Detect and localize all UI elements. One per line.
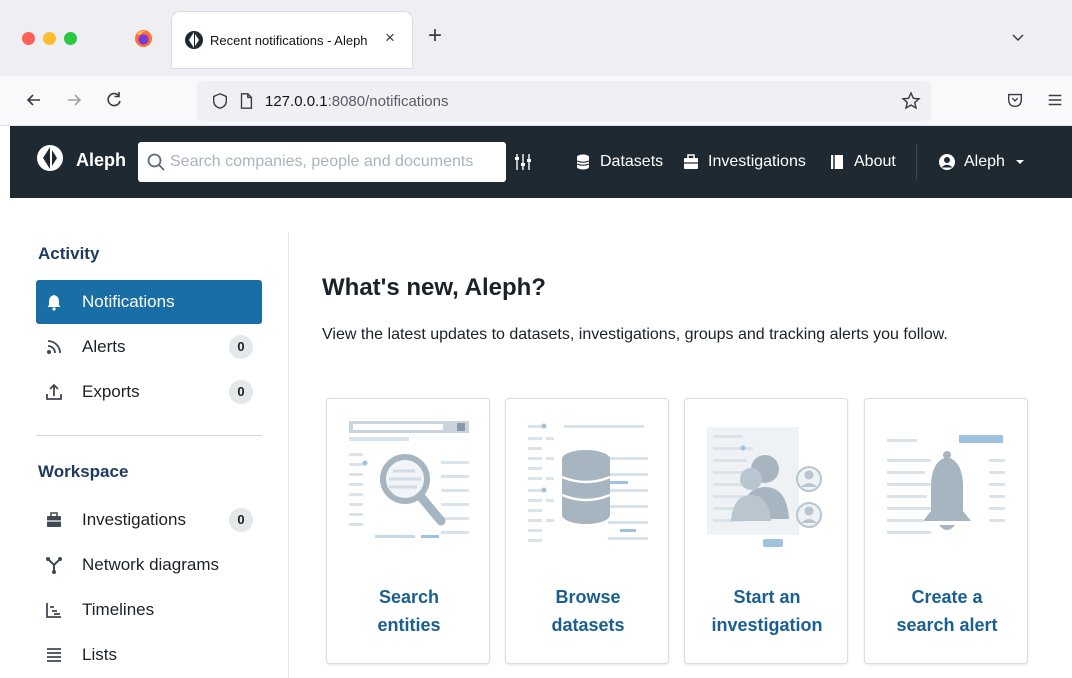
timeline-icon [46, 603, 61, 618]
user-name: Aleph [964, 153, 1005, 170]
bell-icon [47, 295, 61, 311]
advanced-search-icon[interactable] [513, 152, 533, 172]
list-icon [47, 648, 61, 662]
sidebar-item-label: Network diagrams [82, 555, 219, 574]
start-investigation-card[interactable]: Start an investigation [684, 398, 848, 664]
aleph-favicon-icon [185, 31, 203, 49]
sidebar-item-notifications[interactable]: Notifications [36, 280, 262, 324]
sidebar-item-label: Exports [82, 382, 140, 401]
export-icon [46, 383, 62, 400]
feed-icon [47, 340, 61, 354]
aleph-logo-icon[interactable] [36, 144, 64, 172]
count-badge: 0 [229, 508, 253, 532]
card-label: Create a search alert [896, 587, 998, 635]
tab-title: Recent notifications - Aleph [210, 33, 368, 48]
user-icon [939, 154, 955, 170]
sidebar-divider [36, 435, 262, 436]
card-label: Start an investigation [711, 587, 823, 635]
sidebar-item-exports[interactable]: Exports 0 [36, 370, 262, 414]
nav-datasets-label: Datasets [600, 153, 664, 170]
reload-icon[interactable] [104, 90, 124, 110]
search-icon [147, 153, 165, 171]
nav-about[interactable]: About [828, 148, 896, 176]
search-box [138, 142, 506, 182]
count-badge: 0 [229, 335, 253, 359]
search-entities-illustration [349, 421, 469, 538]
sidebar-item-alerts[interactable]: Alerts 0 [36, 325, 262, 369]
count-badge: 0 [229, 380, 253, 404]
content-separator [288, 232, 289, 678]
page-icon[interactable] [237, 92, 255, 110]
briefcase-icon [684, 154, 698, 169]
graph-icon [46, 557, 62, 574]
browser-tab-bar: Recent notifications - Aleph × + [0, 0, 1072, 76]
sidebar-item-label: Notifications [82, 292, 175, 311]
url-bar[interactable]: 127.0.0.1:8080/notifications [197, 81, 931, 121]
back-icon[interactable] [24, 90, 44, 110]
database-icon [576, 154, 590, 170]
caret-down-icon [1015, 160, 1024, 164]
url-text[interactable]: 127.0.0.1:8080/notifications [265, 93, 448, 110]
app-header: Aleph Datasets Investigations [10, 126, 1072, 198]
sidebar-item-label: Lists [82, 645, 117, 664]
browse-datasets-card[interactable]: Browse datasets [505, 398, 669, 664]
page-description: View the latest updates to datasets, inv… [322, 326, 948, 343]
workspace-section-title: Workspace [38, 462, 129, 481]
new-tab-button[interactable]: + [428, 24, 442, 48]
close-window-button[interactable] [22, 32, 35, 45]
shield-icon[interactable] [211, 92, 229, 110]
create-search-alert-illustration [887, 435, 1005, 534]
book-icon [831, 155, 843, 169]
browse-datasets-illustration [528, 423, 648, 542]
brand-name[interactable]: Aleph [76, 150, 126, 171]
browser-nav-bar: 127.0.0.1:8080/notifications [0, 76, 1072, 126]
zoom-window-button[interactable] [64, 32, 77, 45]
firefox-icon[interactable] [134, 29, 153, 48]
pocket-icon[interactable] [1006, 91, 1024, 109]
sidebar-item-network-diagrams[interactable]: Network diagrams [36, 543, 262, 587]
card-label: Search entities [377, 587, 441, 635]
nav-investigations[interactable]: Investigations [682, 148, 806, 176]
url-host: 127.0.0.1 [265, 93, 328, 110]
briefcase-icon [47, 512, 61, 527]
url-path: :8080/notifications [327, 93, 449, 110]
sidebar: Activity Notifications Alerts 0 Exports … [10, 198, 288, 678]
card-label: Browse datasets [551, 587, 625, 635]
nav-datasets[interactable]: Datasets [574, 148, 663, 176]
activity-section-title: Activity [38, 244, 100, 263]
user-menu[interactable]: Aleph [938, 148, 1025, 176]
menu-icon[interactable] [1046, 91, 1064, 109]
start-investigation-illustration [707, 427, 822, 547]
search-input[interactable] [170, 142, 500, 182]
chevron-down-icon[interactable] [1010, 29, 1026, 45]
minimize-window-button[interactable] [43, 32, 56, 45]
sidebar-item-investigations[interactable]: Investigations 0 [36, 498, 262, 542]
page-title: What's new, Aleph? [322, 274, 546, 301]
forward-icon[interactable] [64, 90, 84, 110]
sidebar-item-label: Investigations [82, 510, 186, 529]
nav-investigations-label: Investigations [708, 153, 806, 170]
close-tab-icon[interactable]: × [385, 28, 395, 48]
browser-tab-active[interactable]: Recent notifications - Aleph × [172, 12, 412, 68]
header-divider [916, 144, 917, 180]
create-search-alert-card[interactable]: Create a search alert [864, 398, 1028, 664]
sidebar-item-timelines[interactable]: Timelines [36, 588, 262, 632]
bookmark-star-icon[interactable] [901, 91, 921, 111]
sidebar-item-label: Alerts [82, 337, 126, 356]
sidebar-item-lists[interactable]: Lists [36, 633, 262, 677]
sidebar-item-label: Timelines [82, 600, 155, 619]
nav-about-label: About [854, 153, 896, 170]
search-entities-card[interactable]: Search entities [326, 398, 490, 664]
